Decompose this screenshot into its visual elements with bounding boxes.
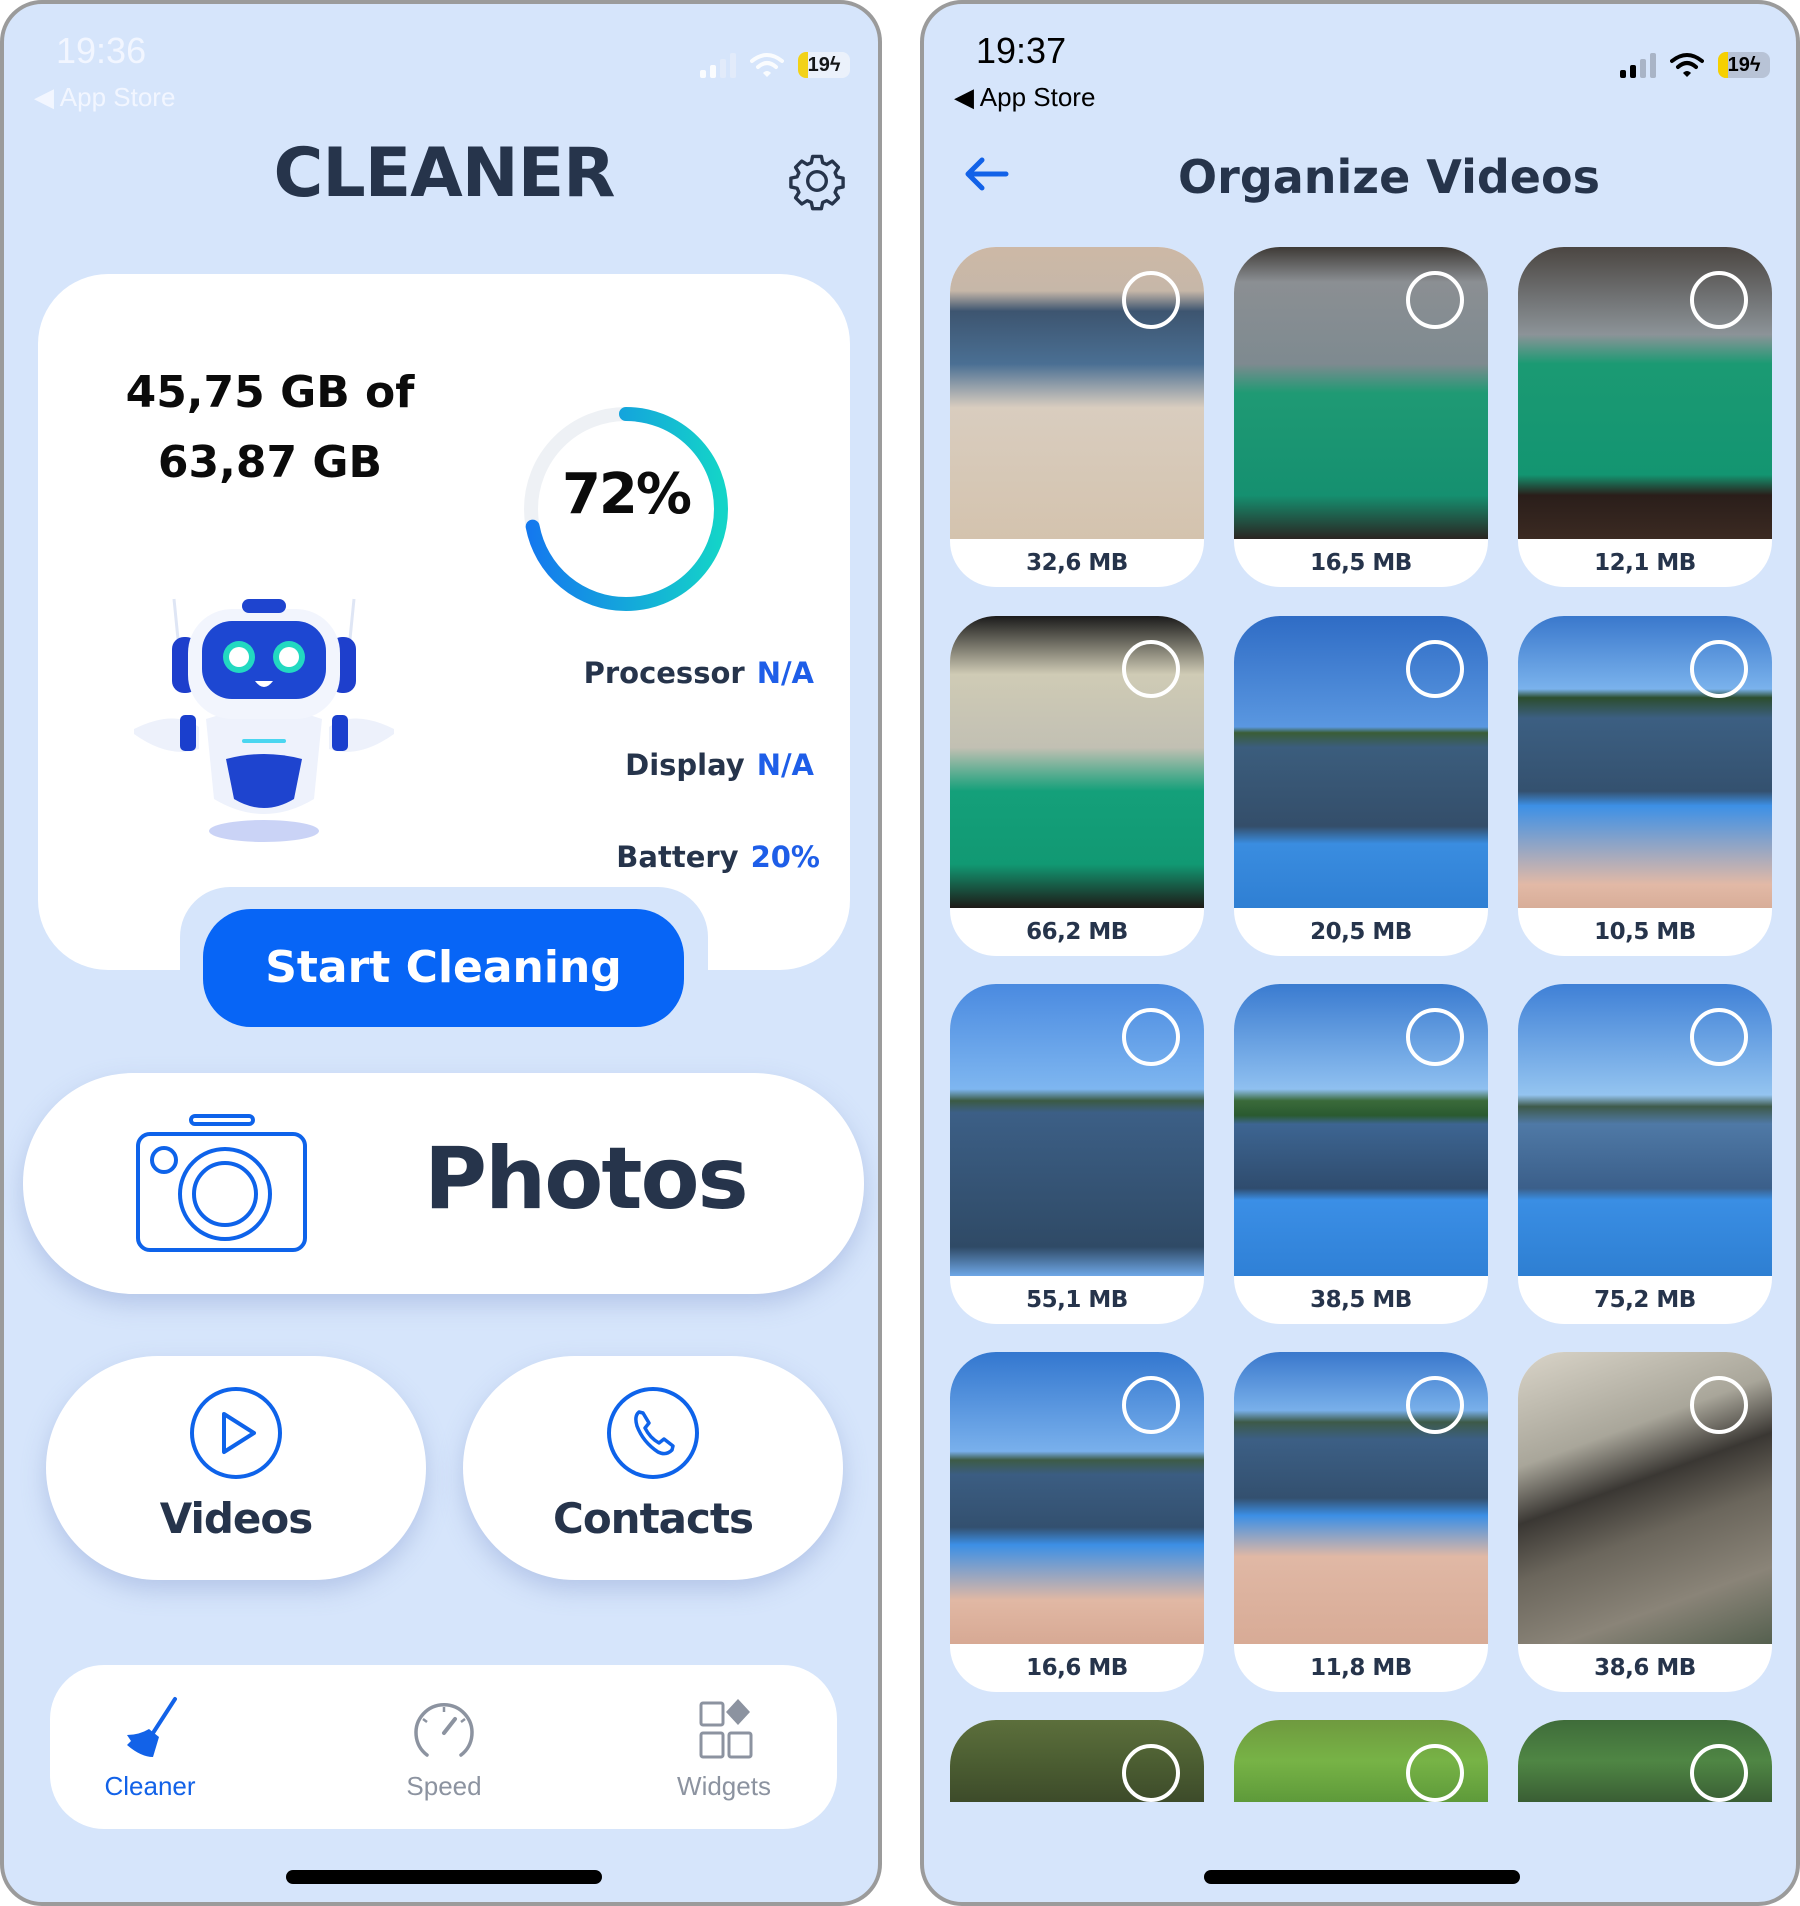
video-size-label: 66,2 MB (1026, 919, 1128, 945)
battery-indicator: 19ϟ (1718, 52, 1770, 78)
video-size-label: 75,2 MB (1594, 1287, 1696, 1313)
video-tile[interactable]: 12,1 MB (1518, 247, 1772, 587)
select-circle-checkbox[interactable] (1122, 1008, 1180, 1066)
spec-display: Display N/A (625, 748, 814, 782)
cellular-signal-icon (1620, 52, 1656, 78)
storage-usage: 45,75 GB of 63,87 GB (100, 358, 440, 498)
video-tile[interactable]: 32,6 MB (950, 247, 1204, 587)
status-time: 19:36 (56, 30, 147, 71)
select-circle-checkbox[interactable] (1406, 1376, 1464, 1434)
spec-processor: Processor N/A (584, 656, 814, 690)
video-size-label: 38,6 MB (1594, 1655, 1696, 1681)
storage-total: 63,87 GB (157, 437, 383, 488)
video-size-label: 12,1 MB (1594, 550, 1696, 576)
tab-label: Cleaner (104, 1771, 196, 1801)
video-tile[interactable]: 16,5 MB (1234, 247, 1488, 587)
select-circle-checkbox[interactable] (1690, 271, 1748, 329)
video-tile[interactable] (950, 1720, 1204, 1802)
video-tile[interactable]: 20,5 MB (1234, 616, 1488, 956)
select-circle-checkbox[interactable] (1406, 1744, 1464, 1802)
video-size-label: 16,5 MB (1310, 550, 1412, 576)
video-size-label: 55,1 MB (1026, 1287, 1128, 1313)
contacts-label: Contacts (553, 1494, 754, 1543)
tab-label: Speed (406, 1771, 482, 1801)
storage-percent: 72% (561, 462, 692, 527)
wifi-icon (1670, 53, 1704, 77)
select-circle-checkbox[interactable] (1406, 640, 1464, 698)
status-icons: 19ϟ (700, 52, 850, 78)
spec-label: Battery (616, 840, 739, 874)
select-circle-checkbox[interactable] (1690, 1376, 1748, 1434)
app-title: CLEANER (273, 134, 615, 213)
video-tile[interactable]: 11,8 MB (1234, 1352, 1488, 1692)
select-circle-checkbox[interactable] (1406, 1008, 1464, 1066)
organize-videos-screen: 19:37 ◀ App Store 19ϟ Organize Videos 32… (920, 0, 1800, 1906)
select-circle-checkbox[interactable] (1690, 1008, 1748, 1066)
tab-widgets[interactable]: Widgets (624, 1695, 824, 1802)
speedometer-icon (414, 1703, 474, 1757)
battery-indicator: 19ϟ (798, 52, 850, 78)
home-indicator[interactable] (1204, 1870, 1520, 1884)
video-tile[interactable]: 16,6 MB (950, 1352, 1204, 1692)
photos-label: Photos (424, 1129, 749, 1229)
spec-value: N/A (756, 656, 814, 690)
video-size-label: 38,5 MB (1310, 1287, 1412, 1313)
tab-speed[interactable]: Speed (344, 1695, 544, 1802)
tab-label: Widgets (677, 1771, 771, 1801)
video-size-label: 20,5 MB (1310, 919, 1412, 945)
spec-value: 20% (750, 840, 820, 874)
status-icons: 19ϟ (1620, 52, 1770, 78)
cleaner-home-screen: 19:36 ◀ App Store 19ϟ CLEANER 45,75 GB o… (0, 0, 882, 1906)
select-circle-checkbox[interactable] (1690, 1744, 1748, 1802)
page-title: Organize Videos (1178, 150, 1600, 204)
back-to-app-store-link[interactable]: ◀ App Store (954, 82, 1095, 113)
video-tile[interactable]: 55,1 MB (950, 984, 1204, 1324)
gear-icon[interactable] (786, 150, 848, 212)
video-tile[interactable]: 38,6 MB (1518, 1352, 1772, 1692)
broom-icon (127, 1697, 177, 1757)
videos-label: Videos (159, 1494, 314, 1543)
spec-value: N/A (756, 748, 814, 782)
storage-used: 45,75 GB of (125, 367, 415, 418)
spec-label: Processor (583, 656, 745, 690)
video-tile[interactable]: 66,2 MB (950, 616, 1204, 956)
widgets-icon (699, 1699, 753, 1759)
video-tile[interactable]: 75,2 MB (1518, 984, 1772, 1324)
tab-cleaner[interactable]: Cleaner (50, 1695, 250, 1802)
select-circle-checkbox[interactable] (1122, 640, 1180, 698)
select-circle-checkbox[interactable] (1406, 271, 1464, 329)
spec-label: Display (625, 748, 745, 782)
phone-circle-icon (607, 1387, 699, 1479)
video-tile[interactable] (1234, 1720, 1488, 1802)
select-circle-checkbox[interactable] (1690, 640, 1748, 698)
video-size-label: 10,5 MB (1594, 919, 1696, 945)
video-tile[interactable] (1518, 1720, 1772, 1802)
videos-category-card[interactable]: Videos (46, 1356, 426, 1580)
video-size-label: 32,6 MB (1026, 550, 1128, 576)
cellular-signal-icon (700, 52, 736, 78)
storage-card: 45,75 GB of 63,87 GB 72% Processor N/A Di… (38, 274, 850, 970)
play-circle-icon (190, 1387, 282, 1479)
start-cleaning-button[interactable]: Start Cleaning (203, 909, 684, 1027)
contacts-category-card[interactable]: Contacts (463, 1356, 843, 1580)
video-tile[interactable]: 38,5 MB (1234, 984, 1488, 1324)
spec-battery: Battery 20% (616, 840, 820, 874)
select-circle-checkbox[interactable] (1122, 1376, 1180, 1434)
home-indicator[interactable] (286, 1870, 602, 1884)
back-to-app-store-link[interactable]: ◀ App Store (34, 82, 175, 113)
robot-mascot-illustration (134, 598, 394, 842)
video-size-label: 11,8 MB (1310, 1655, 1412, 1681)
select-circle-checkbox[interactable] (1122, 1744, 1180, 1802)
status-time: 19:37 (976, 30, 1067, 71)
video-tile[interactable]: 10,5 MB (1518, 616, 1772, 956)
camera-icon (136, 1114, 307, 1252)
video-size-label: 16,6 MB (1026, 1655, 1128, 1681)
bottom-tab-bar: Cleaner Speed Widgets (50, 1665, 837, 1829)
wifi-icon (750, 53, 784, 77)
select-circle-checkbox[interactable] (1122, 271, 1180, 329)
